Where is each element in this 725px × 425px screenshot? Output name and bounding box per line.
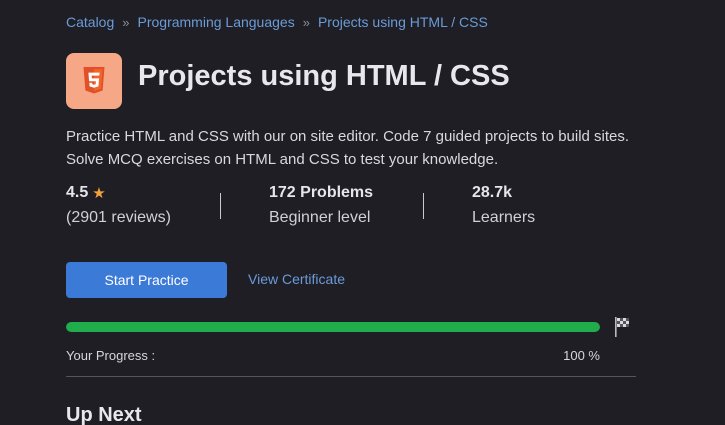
breadcrumb-separator: » xyxy=(302,14,310,30)
learners-stat: 28.7k Learners xyxy=(472,182,535,227)
breadcrumb: Catalog » Programming Languages » Projec… xyxy=(66,14,488,30)
problems-count: 172 Problems xyxy=(269,184,374,201)
progress-value: 100 % xyxy=(563,348,600,363)
course-logo xyxy=(66,53,122,109)
page-title: Projects using HTML / CSS xyxy=(138,60,510,92)
start-practice-button[interactable]: Start Practice xyxy=(66,262,227,298)
stat-divider xyxy=(220,193,221,219)
finish-flag-icon xyxy=(615,317,629,337)
rating-stat: 4.5 ★ (2901 reviews) xyxy=(66,182,171,227)
difficulty-level: Beginner level xyxy=(269,209,371,226)
breadcrumb-programming-languages[interactable]: Programming Languages xyxy=(138,14,295,30)
up-next-heading: Up Next xyxy=(66,404,142,425)
course-description: Practice HTML and CSS with our on site e… xyxy=(66,128,630,168)
course-stats: 4.5 ★ (2901 reviews) 172 Problems Beginn… xyxy=(66,182,626,232)
view-certificate-link[interactable]: View Certificate xyxy=(248,271,345,287)
star-icon: ★ xyxy=(92,185,106,202)
learners-label: Learners xyxy=(472,209,536,226)
problems-stat: 172 Problems Beginner level xyxy=(269,182,373,227)
breadcrumb-current[interactable]: Projects using HTML / CSS xyxy=(318,14,488,30)
course-page: Catalog » Programming Languages » Projec… xyxy=(0,0,725,425)
section-divider xyxy=(66,376,636,377)
stat-divider xyxy=(423,193,424,219)
progress-bar xyxy=(66,322,600,332)
rating-value-row: 4.5 ★ xyxy=(66,182,171,204)
review-count: (2901 reviews) xyxy=(66,209,171,226)
progress-label: Your Progress : xyxy=(66,348,156,363)
html5-icon xyxy=(83,67,105,94)
progress-bar-fill xyxy=(66,322,600,332)
learners-count: 28.7k xyxy=(472,184,513,201)
breadcrumb-separator: » xyxy=(122,14,130,30)
breadcrumb-catalog[interactable]: Catalog xyxy=(66,14,114,30)
rating-value: 4.5 xyxy=(66,184,89,201)
